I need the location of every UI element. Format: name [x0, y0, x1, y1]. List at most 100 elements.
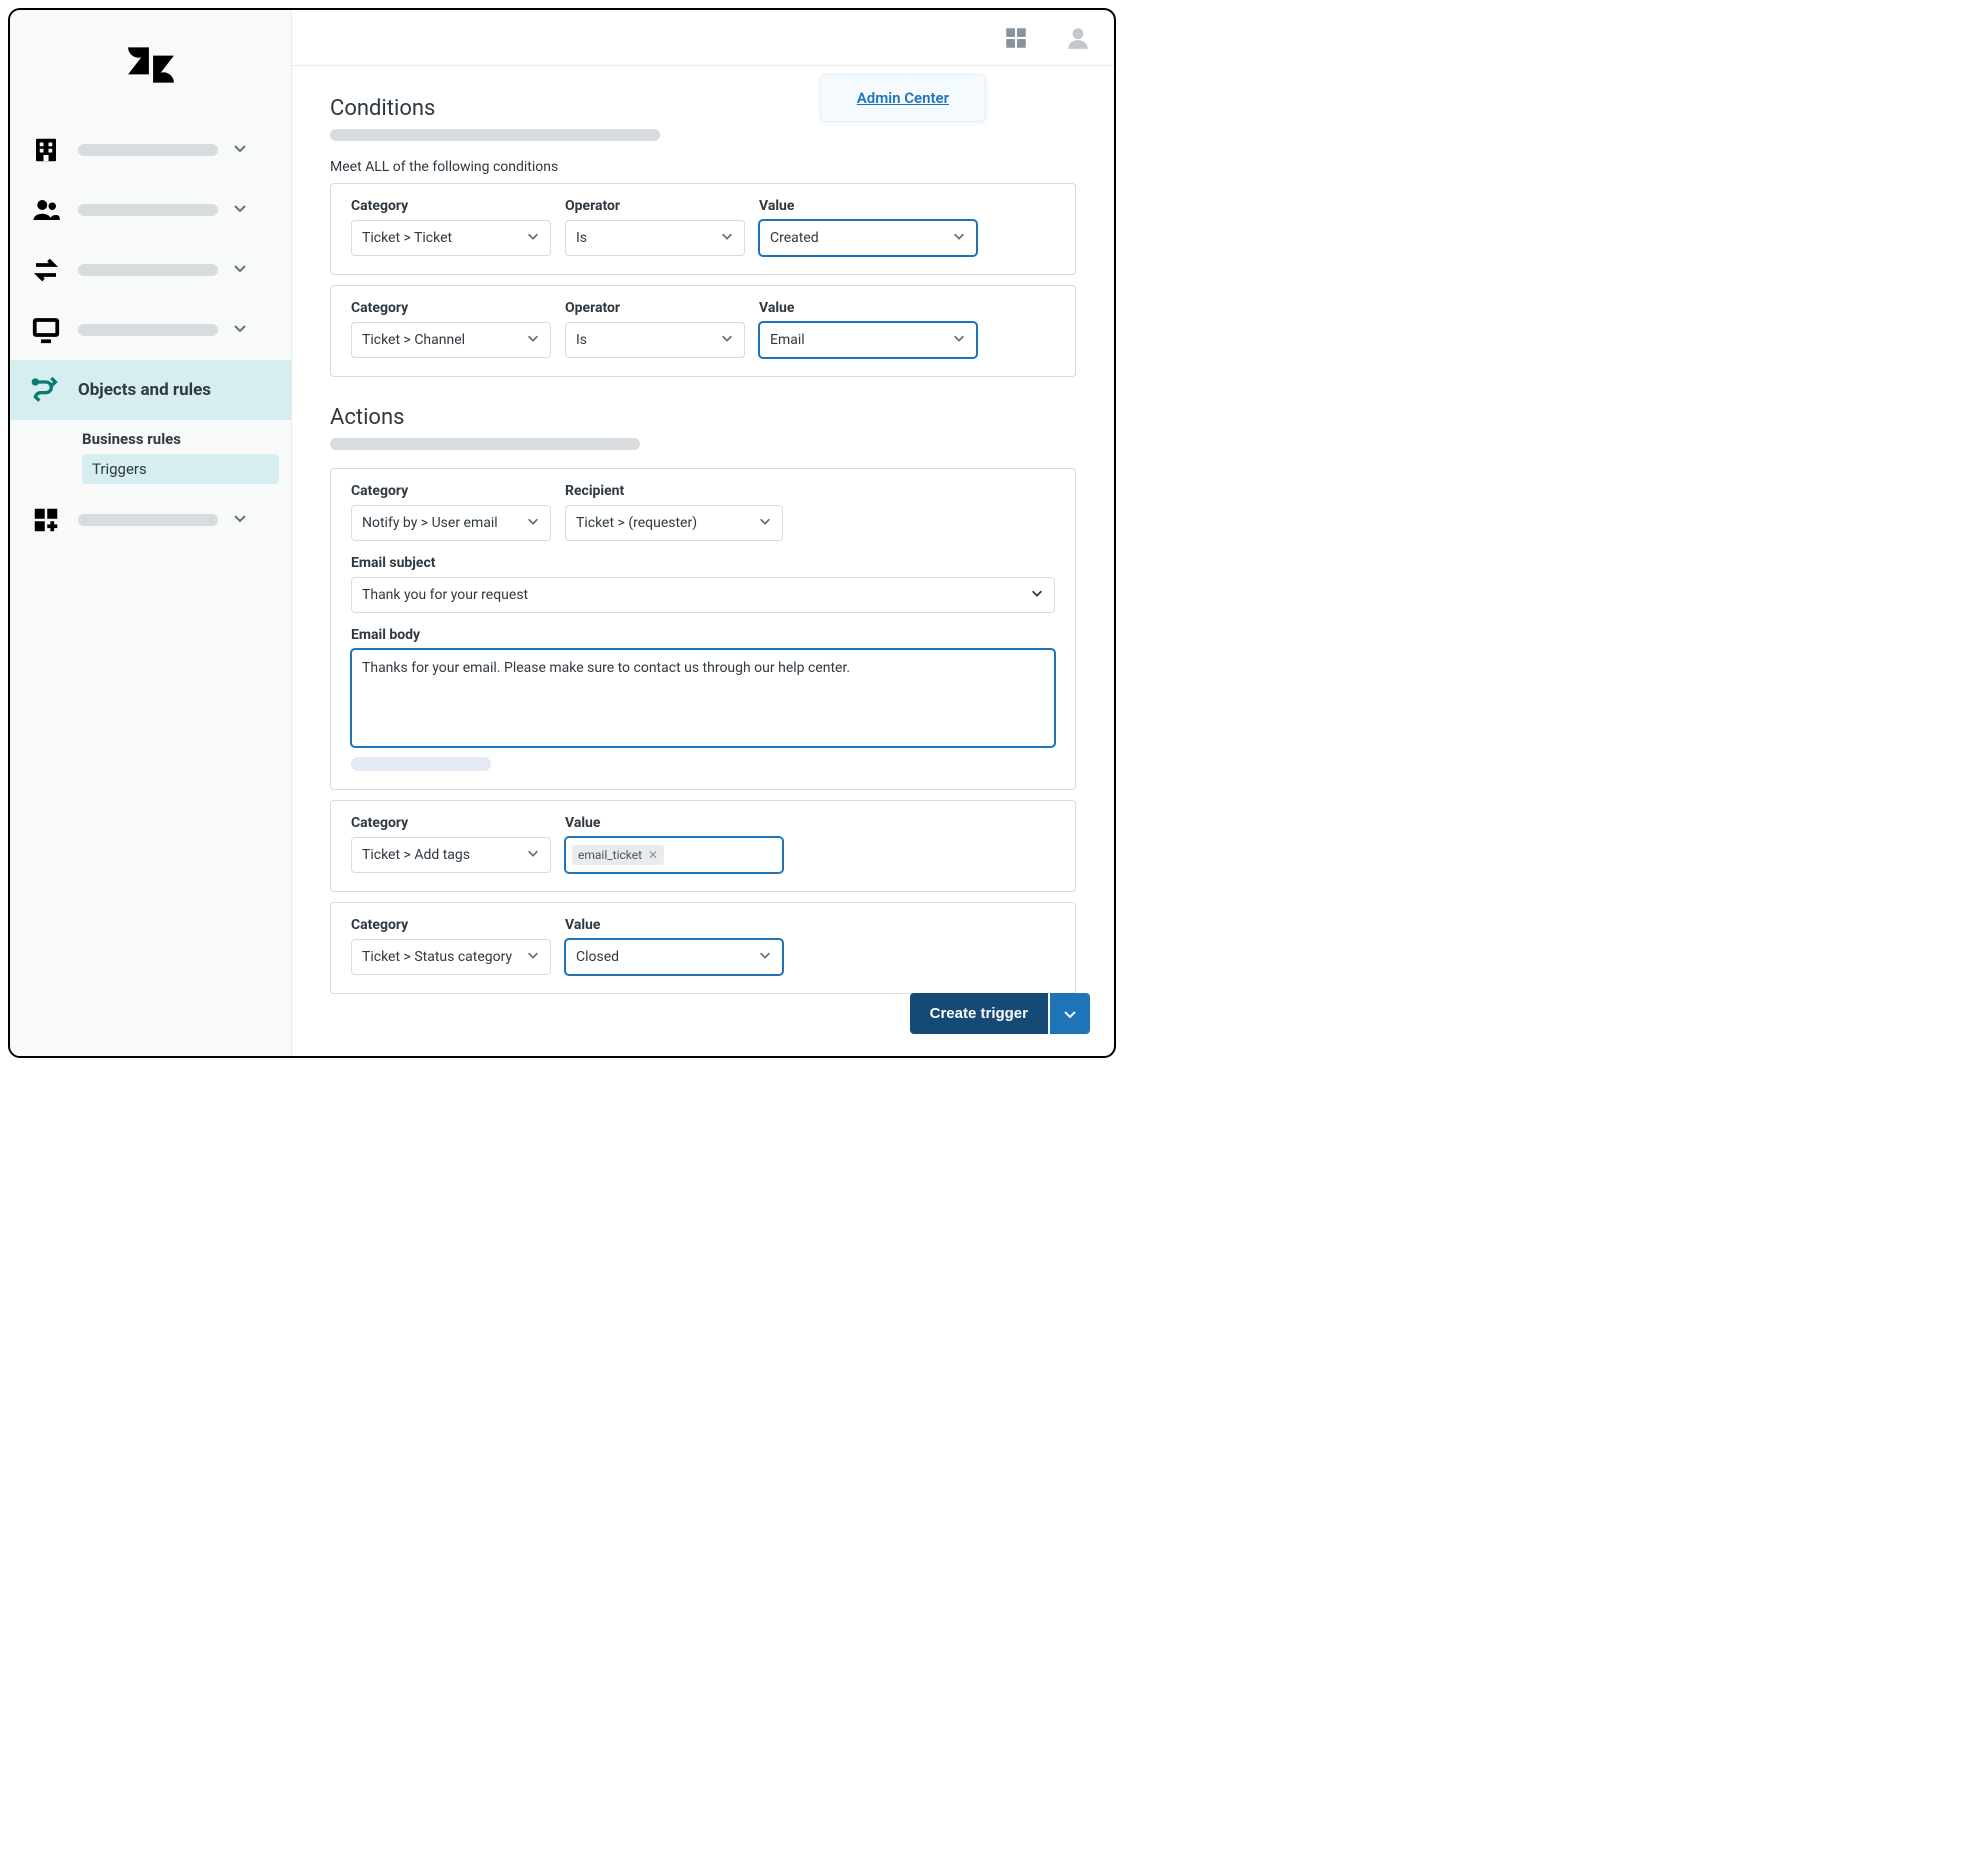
- chevron-down-icon: [526, 514, 540, 532]
- cond2-operator-value: Is: [576, 332, 587, 348]
- nav-placeholder: [78, 204, 218, 216]
- cond1-value-value: Created: [770, 230, 819, 246]
- notify-category-select[interactable]: Notify by > User email: [351, 505, 551, 541]
- main: Admin Center Conditions Meet ALL of the …: [292, 10, 1114, 1056]
- sidebar-item-3[interactable]: [10, 240, 291, 300]
- content: Conditions Meet ALL of the following con…: [292, 66, 1114, 1056]
- cond2-category-select[interactable]: Ticket > Channel: [351, 322, 551, 358]
- zendesk-logo-icon: [125, 39, 177, 91]
- workflow-icon: [28, 372, 64, 408]
- chevron-down-icon: [758, 514, 772, 532]
- action-card-status: Category Ticket > Status category Value …: [330, 902, 1076, 994]
- label-email-body: Email body: [351, 627, 1055, 643]
- chevron-down-icon: [758, 948, 772, 966]
- condition-card-1: Category Ticket > Ticket Operator Is: [330, 183, 1076, 275]
- chevron-down-icon: [720, 331, 734, 349]
- tag-remove-icon[interactable]: ✕: [648, 848, 658, 862]
- cond2-value-value: Email: [770, 332, 805, 348]
- sidebar-item-4[interactable]: [10, 300, 291, 360]
- label-email-subject: Email subject: [351, 555, 1055, 571]
- create-trigger-button[interactable]: Create trigger: [910, 993, 1048, 1034]
- tag-text: email_ticket: [578, 848, 642, 862]
- user-icon[interactable]: [1064, 24, 1092, 52]
- cond1-value-select[interactable]: Created: [759, 220, 977, 256]
- conditions-all-label: Meet ALL of the following conditions: [330, 159, 1076, 175]
- nav-placeholder: [78, 144, 218, 156]
- label-value: Value: [759, 198, 977, 214]
- nav-label-active: Objects and rules: [78, 380, 273, 400]
- chevron-down-icon: [232, 200, 250, 220]
- create-trigger-split-button[interactable]: [1050, 993, 1090, 1034]
- sidebar-item-1[interactable]: [10, 120, 291, 180]
- chevron-down-icon: [526, 331, 540, 349]
- cond1-category-value: Ticket > Ticket: [362, 230, 452, 246]
- nav-placeholder: [78, 324, 218, 336]
- email-subject-input[interactable]: Thank you for your request: [351, 577, 1055, 613]
- chevron-down-icon: [952, 331, 966, 349]
- label-category: Category: [351, 198, 551, 214]
- actions-title: Actions: [330, 405, 1076, 430]
- label-operator: Operator: [565, 198, 745, 214]
- transfer-icon: [28, 252, 64, 288]
- chevron-down-icon: [952, 229, 966, 247]
- sidebar-item-2[interactable]: [10, 180, 291, 240]
- people-icon: [28, 192, 64, 228]
- label-value: Value: [759, 300, 977, 316]
- condition-card-2: Category Ticket > Channel Operator Is: [330, 285, 1076, 377]
- nav-placeholder: [78, 264, 218, 276]
- tag-chip: email_ticket ✕: [572, 845, 664, 865]
- notify-category-value: Notify by > User email: [362, 515, 498, 531]
- cond2-category-value: Ticket > Channel: [362, 332, 465, 348]
- breadcrumb-popover: Admin Center: [820, 74, 986, 122]
- chevron-down-icon: [232, 140, 250, 160]
- status-value-select[interactable]: Closed: [565, 939, 783, 975]
- apps-grid-icon[interactable]: [1002, 24, 1030, 52]
- label-category: Category: [351, 917, 551, 933]
- chevron-down-icon: [232, 510, 250, 530]
- nav: Objects and rules Business rules Trigger…: [10, 120, 291, 550]
- footer: Create trigger: [910, 993, 1090, 1034]
- chevron-down-icon: [526, 229, 540, 247]
- email-body-textarea[interactable]: Thanks for your email. Please make sure …: [351, 649, 1055, 747]
- label-category: Category: [351, 300, 551, 316]
- label-category: Category: [351, 483, 551, 499]
- status-category-value: Ticket > Status category: [362, 949, 512, 965]
- app-frame: Objects and rules Business rules Trigger…: [8, 8, 1116, 1058]
- notify-recipient-select[interactable]: Ticket > (requester): [565, 505, 783, 541]
- label-category: Category: [351, 815, 551, 831]
- cond1-operator-select[interactable]: Is: [565, 220, 745, 256]
- chevron-down-icon: [1030, 586, 1044, 604]
- sidebar-item-6[interactable]: [10, 490, 291, 550]
- label-value: Value: [565, 815, 783, 831]
- logo: [10, 10, 291, 120]
- label-operator: Operator: [565, 300, 745, 316]
- chevron-down-icon: [720, 229, 734, 247]
- tags-value-input[interactable]: email_ticket ✕: [565, 837, 783, 873]
- label-recipient: Recipient: [565, 483, 783, 499]
- breadcrumb-link[interactable]: Admin Center: [857, 89, 949, 107]
- subnav: Business rules Triggers: [10, 420, 291, 484]
- status-category-select[interactable]: Ticket > Status category: [351, 939, 551, 975]
- chevron-down-icon: [526, 948, 540, 966]
- tags-category-value: Ticket > Add tags: [362, 847, 470, 863]
- chevron-down-icon: [526, 846, 540, 864]
- cond1-category-select[interactable]: Ticket > Ticket: [351, 220, 551, 256]
- chevron-down-icon: [232, 260, 250, 280]
- topbar: [292, 10, 1114, 66]
- tags-category-select[interactable]: Ticket > Add tags: [351, 837, 551, 873]
- chevron-down-icon: [232, 320, 250, 340]
- action-card-tags: Category Ticket > Add tags Value email_t…: [330, 800, 1076, 892]
- cond2-value-select[interactable]: Email: [759, 322, 977, 358]
- monitor-icon: [28, 312, 64, 348]
- apps-add-icon: [28, 502, 64, 538]
- cond1-operator-value: Is: [576, 230, 587, 246]
- notify-recipient-value: Ticket > (requester): [576, 515, 697, 531]
- label-value: Value: [565, 917, 783, 933]
- status-value-value: Closed: [576, 949, 619, 965]
- cond2-operator-select[interactable]: Is: [565, 322, 745, 358]
- sidebar-item-objects-rules[interactable]: Objects and rules: [10, 360, 291, 420]
- building-icon: [28, 132, 64, 168]
- subnav-heading: Business rules: [82, 420, 279, 454]
- action-extra-placeholder: [351, 757, 491, 771]
- subnav-item-triggers[interactable]: Triggers: [82, 454, 279, 484]
